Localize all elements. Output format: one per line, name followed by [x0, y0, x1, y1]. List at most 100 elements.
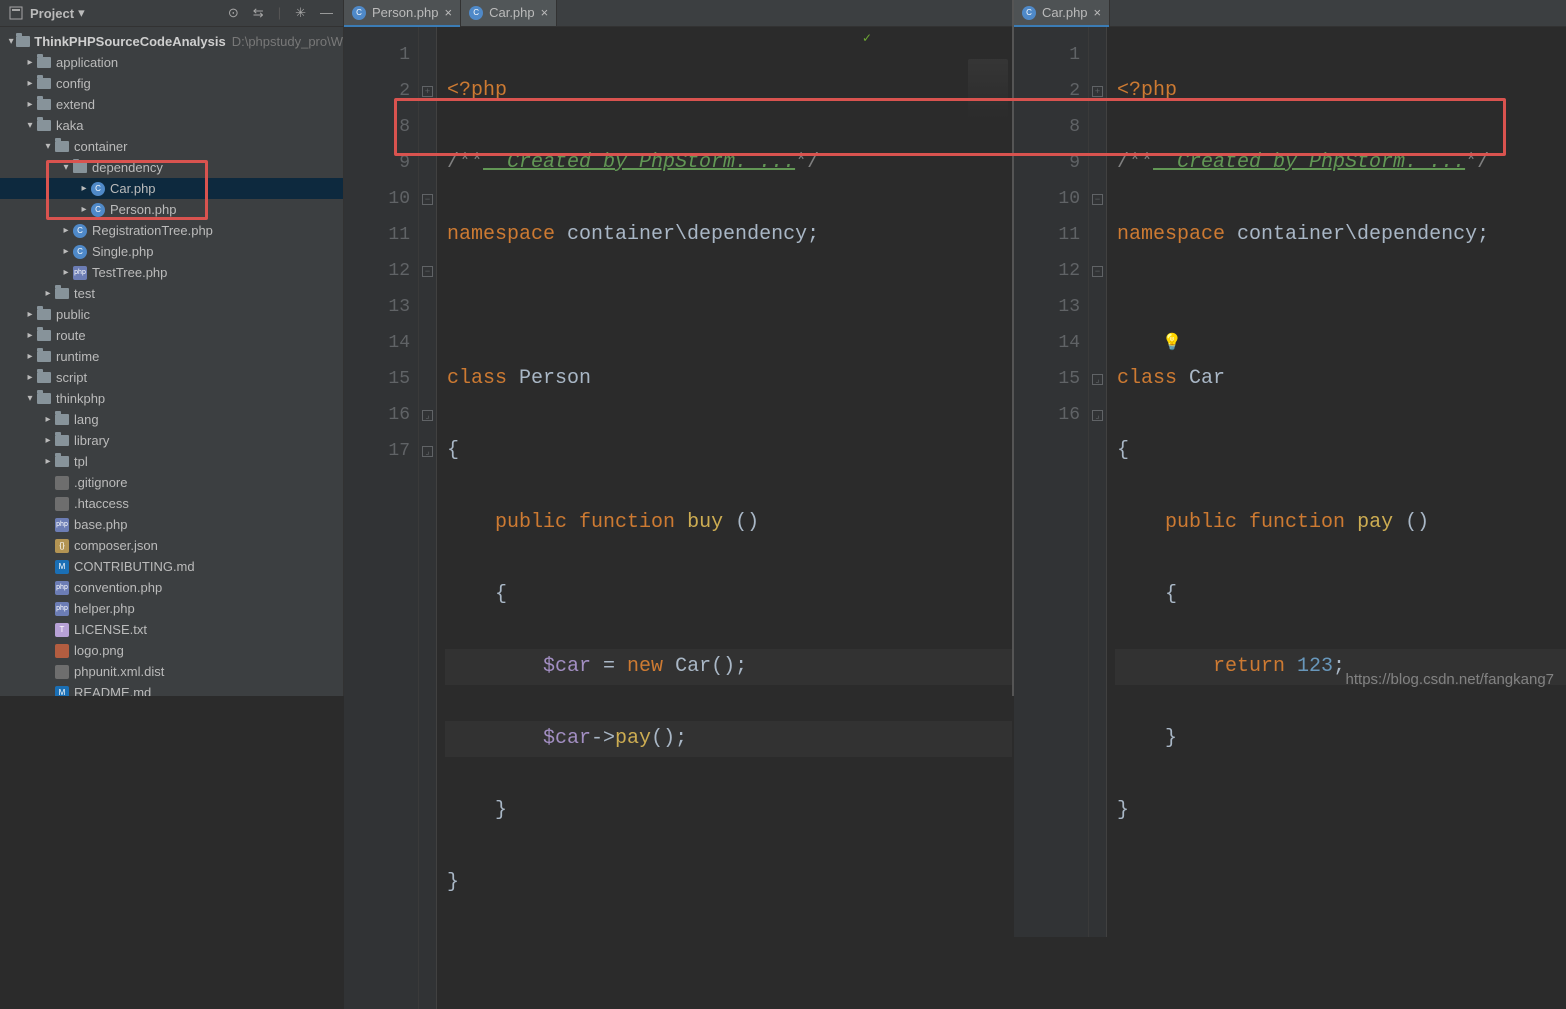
tree-item[interactable]: ▸CRegistrationTree.php: [0, 220, 343, 241]
tree-item[interactable]: ▸route: [0, 325, 343, 346]
project-icon: [8, 5, 24, 21]
tabbar-left: CPerson.php×CCar.php×: [344, 0, 1012, 27]
fold-end-icon[interactable]: ⌟: [1092, 410, 1103, 421]
folder-icon: [55, 141, 69, 152]
minimap[interactable]: [968, 59, 1008, 119]
tab[interactable]: CPerson.php×: [344, 0, 461, 26]
tree-item[interactable]: logo.png: [0, 640, 343, 661]
folder-icon: [73, 162, 87, 173]
minimize-icon[interactable]: —: [318, 3, 335, 23]
fold-expand-icon[interactable]: +: [422, 86, 433, 97]
php-class-icon: C: [469, 6, 483, 20]
tree-item[interactable]: ▸CSingle.php: [0, 241, 343, 262]
tree-item[interactable]: phphelper.php: [0, 598, 343, 619]
close-icon[interactable]: ×: [541, 5, 549, 20]
fold-gutter-left: + − − ⌟ ⌟: [419, 27, 437, 1009]
tree-item[interactable]: ▸phpTestTree.php: [0, 262, 343, 283]
folder-icon: [55, 288, 69, 299]
change-marker-icon: ✓: [862, 21, 872, 57]
folder-icon: [37, 372, 51, 383]
tree-item[interactable]: MCONTRIBUTING.md: [0, 556, 343, 577]
fold-collapse-icon[interactable]: −: [422, 194, 433, 205]
tree-root[interactable]: ▾ThinkPHPSourceCodeAnalysisD:\phpstudy_p…: [0, 31, 343, 52]
folder-icon: [37, 99, 51, 110]
php-open: <?php: [447, 79, 507, 102]
tree-item[interactable]: phpunit.xml.dist: [0, 661, 343, 682]
file-icon: [55, 476, 69, 490]
tree-item[interactable]: ▾container: [0, 136, 343, 157]
txt-icon: T: [55, 623, 69, 637]
folder-icon: [37, 393, 51, 404]
php-class-icon: C: [352, 6, 366, 20]
folder-icon: [37, 351, 51, 362]
tree-item[interactable]: ▸tpl: [0, 451, 343, 472]
fold-expand-icon[interactable]: +: [1092, 86, 1103, 97]
project-sidebar: Project ▾ ⊙ ⇆ | ✳ — ▾ThinkPHPSourceCodeA…: [0, 0, 344, 696]
tree-item[interactable]: MREADME.md: [0, 682, 343, 696]
fold-end-icon[interactable]: ⌟: [422, 446, 433, 457]
tree-item[interactable]: ▸test: [0, 283, 343, 304]
fold-gutter-right: + − − ⌟ ⌟: [1089, 27, 1107, 937]
tree-item[interactable]: ▸extend: [0, 94, 343, 115]
json-icon: {}: [55, 539, 69, 553]
chevron-down-icon[interactable]: ▾: [78, 5, 85, 21]
bulb-icon[interactable]: 💡: [1162, 325, 1182, 361]
tree-item[interactable]: ▸public: [0, 304, 343, 325]
folder-icon: [55, 414, 69, 425]
folder-icon: [37, 78, 51, 89]
editor-left: CPerson.php×CCar.php× 128910111213141516…: [344, 0, 1014, 696]
fold-collapse-icon[interactable]: −: [1092, 194, 1103, 205]
close-icon[interactable]: ×: [445, 5, 453, 20]
gutter-left: 12891011121314151617: [344, 27, 419, 1009]
fold-end-icon[interactable]: ⌟: [1092, 374, 1103, 385]
fold-collapse-icon[interactable]: −: [422, 266, 433, 277]
tree-item[interactable]: ▾thinkphp: [0, 388, 343, 409]
file-icon: [55, 497, 69, 511]
locate-icon[interactable]: ⊙: [226, 3, 241, 23]
fold-end-icon[interactable]: ⌟: [422, 410, 433, 421]
tree-item[interactable]: phpbase.php: [0, 514, 343, 535]
folder-icon: [55, 456, 69, 467]
tree-item[interactable]: ▸CCar.php: [0, 178, 343, 199]
sidebar-title[interactable]: Project: [30, 6, 74, 21]
tree-item[interactable]: ▸library: [0, 430, 343, 451]
editor-right: CCar.php× 128910111213141516 +−−⌟⌟ <?php…: [1014, 0, 1566, 696]
code-right[interactable]: <?php /** Created by PhpStorm. ...*/ nam…: [1107, 27, 1566, 937]
tree-item[interactable]: TLICENSE.txt: [0, 619, 343, 640]
php-file-icon: php: [55, 602, 69, 616]
php-file-icon: php: [73, 266, 87, 280]
php-class-icon: C: [91, 182, 105, 196]
tree-item[interactable]: ▾kaka: [0, 115, 343, 136]
php-file-icon: php: [55, 518, 69, 532]
tree-item[interactable]: {}composer.json: [0, 535, 343, 556]
tree-item[interactable]: ▸CPerson.php: [0, 199, 343, 220]
tree-item[interactable]: .gitignore: [0, 472, 343, 493]
tree-item[interactable]: ▸runtime: [0, 346, 343, 367]
tree-item[interactable]: .htaccess: [0, 493, 343, 514]
folder-icon: [37, 330, 51, 341]
tree-item[interactable]: ▾dependency: [0, 157, 343, 178]
tree-item[interactable]: ▸script: [0, 367, 343, 388]
project-tree[interactable]: ▾ThinkPHPSourceCodeAnalysisD:\phpstudy_p…: [0, 27, 343, 696]
tree-item[interactable]: ▸config: [0, 73, 343, 94]
folder-icon: [55, 435, 69, 446]
file-icon: [55, 665, 69, 679]
php-class-icon: C: [73, 224, 87, 238]
php-class-icon: C: [73, 245, 87, 259]
fold-collapse-icon[interactable]: −: [1092, 266, 1103, 277]
tab[interactable]: CCar.php×: [461, 0, 557, 26]
tree-item[interactable]: ▸lang: [0, 409, 343, 430]
folder-icon: [37, 309, 51, 320]
tree-item[interactable]: phpconvention.php: [0, 577, 343, 598]
close-icon[interactable]: ×: [1094, 5, 1102, 20]
tree-item[interactable]: ▸application: [0, 52, 343, 73]
php-file-icon: php: [55, 581, 69, 595]
code-left[interactable]: <?php /** Created by PhpStorm. ...*/ nam…: [437, 27, 1012, 1009]
md-icon: M: [55, 560, 69, 574]
gutter-right: 128910111213141516: [1014, 27, 1089, 937]
gear-icon[interactable]: ✳: [293, 3, 308, 23]
divider-icon: |: [276, 3, 283, 23]
php-class-icon: C: [1022, 6, 1036, 20]
expand-icon[interactable]: ⇆: [251, 3, 266, 23]
tab[interactable]: CCar.php×: [1014, 0, 1110, 26]
